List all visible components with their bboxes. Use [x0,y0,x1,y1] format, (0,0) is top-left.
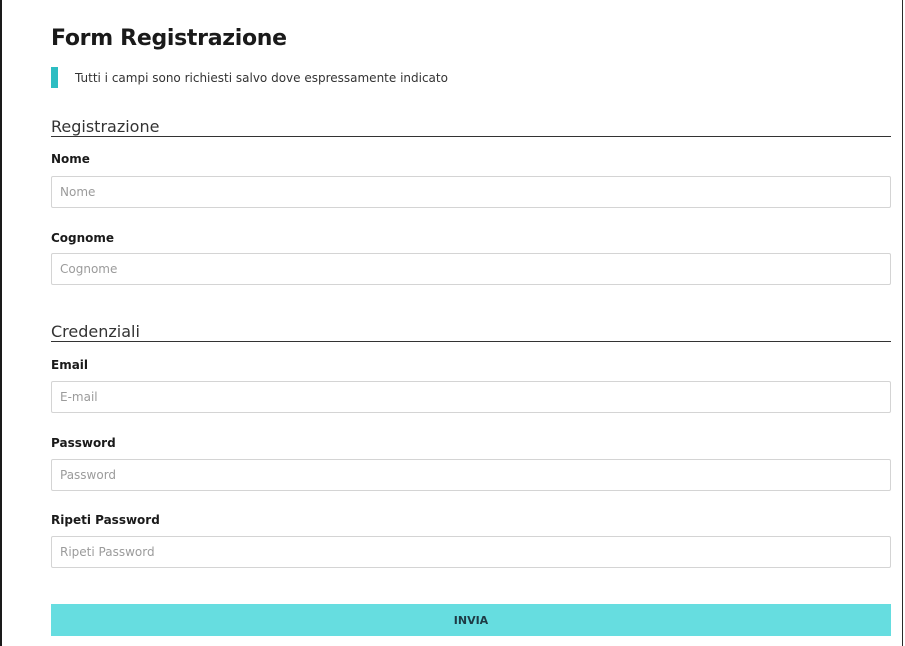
email-input[interactable] [51,381,891,413]
email-label: Email [51,358,89,372]
section-title-credenziali: Credenziali [51,322,140,341]
note-text: Tutti i campi sono richiesti salvo dove … [75,70,448,85]
section-divider-registrazione [51,136,891,137]
ripeti-password-label: Ripeti Password [51,513,160,527]
nome-input[interactable] [51,176,891,208]
window-border-right [902,0,903,646]
note-accent-bar [51,67,58,88]
required-fields-note: Tutti i campi sono richiesti salvo dove … [51,67,448,88]
section-title-registrazione: Registrazione [51,117,160,136]
ripeti-password-input[interactable] [51,536,891,568]
nome-label: Nome [51,152,90,166]
page-title: Form Registrazione [51,26,287,51]
section-divider-credenziali [51,341,891,342]
submit-button[interactable]: INVIA [51,604,891,636]
password-label: Password [51,436,116,450]
cognome-label: Cognome [51,231,115,245]
window-border-left [0,0,2,646]
password-input[interactable] [51,459,891,491]
cognome-input[interactable] [51,253,891,285]
